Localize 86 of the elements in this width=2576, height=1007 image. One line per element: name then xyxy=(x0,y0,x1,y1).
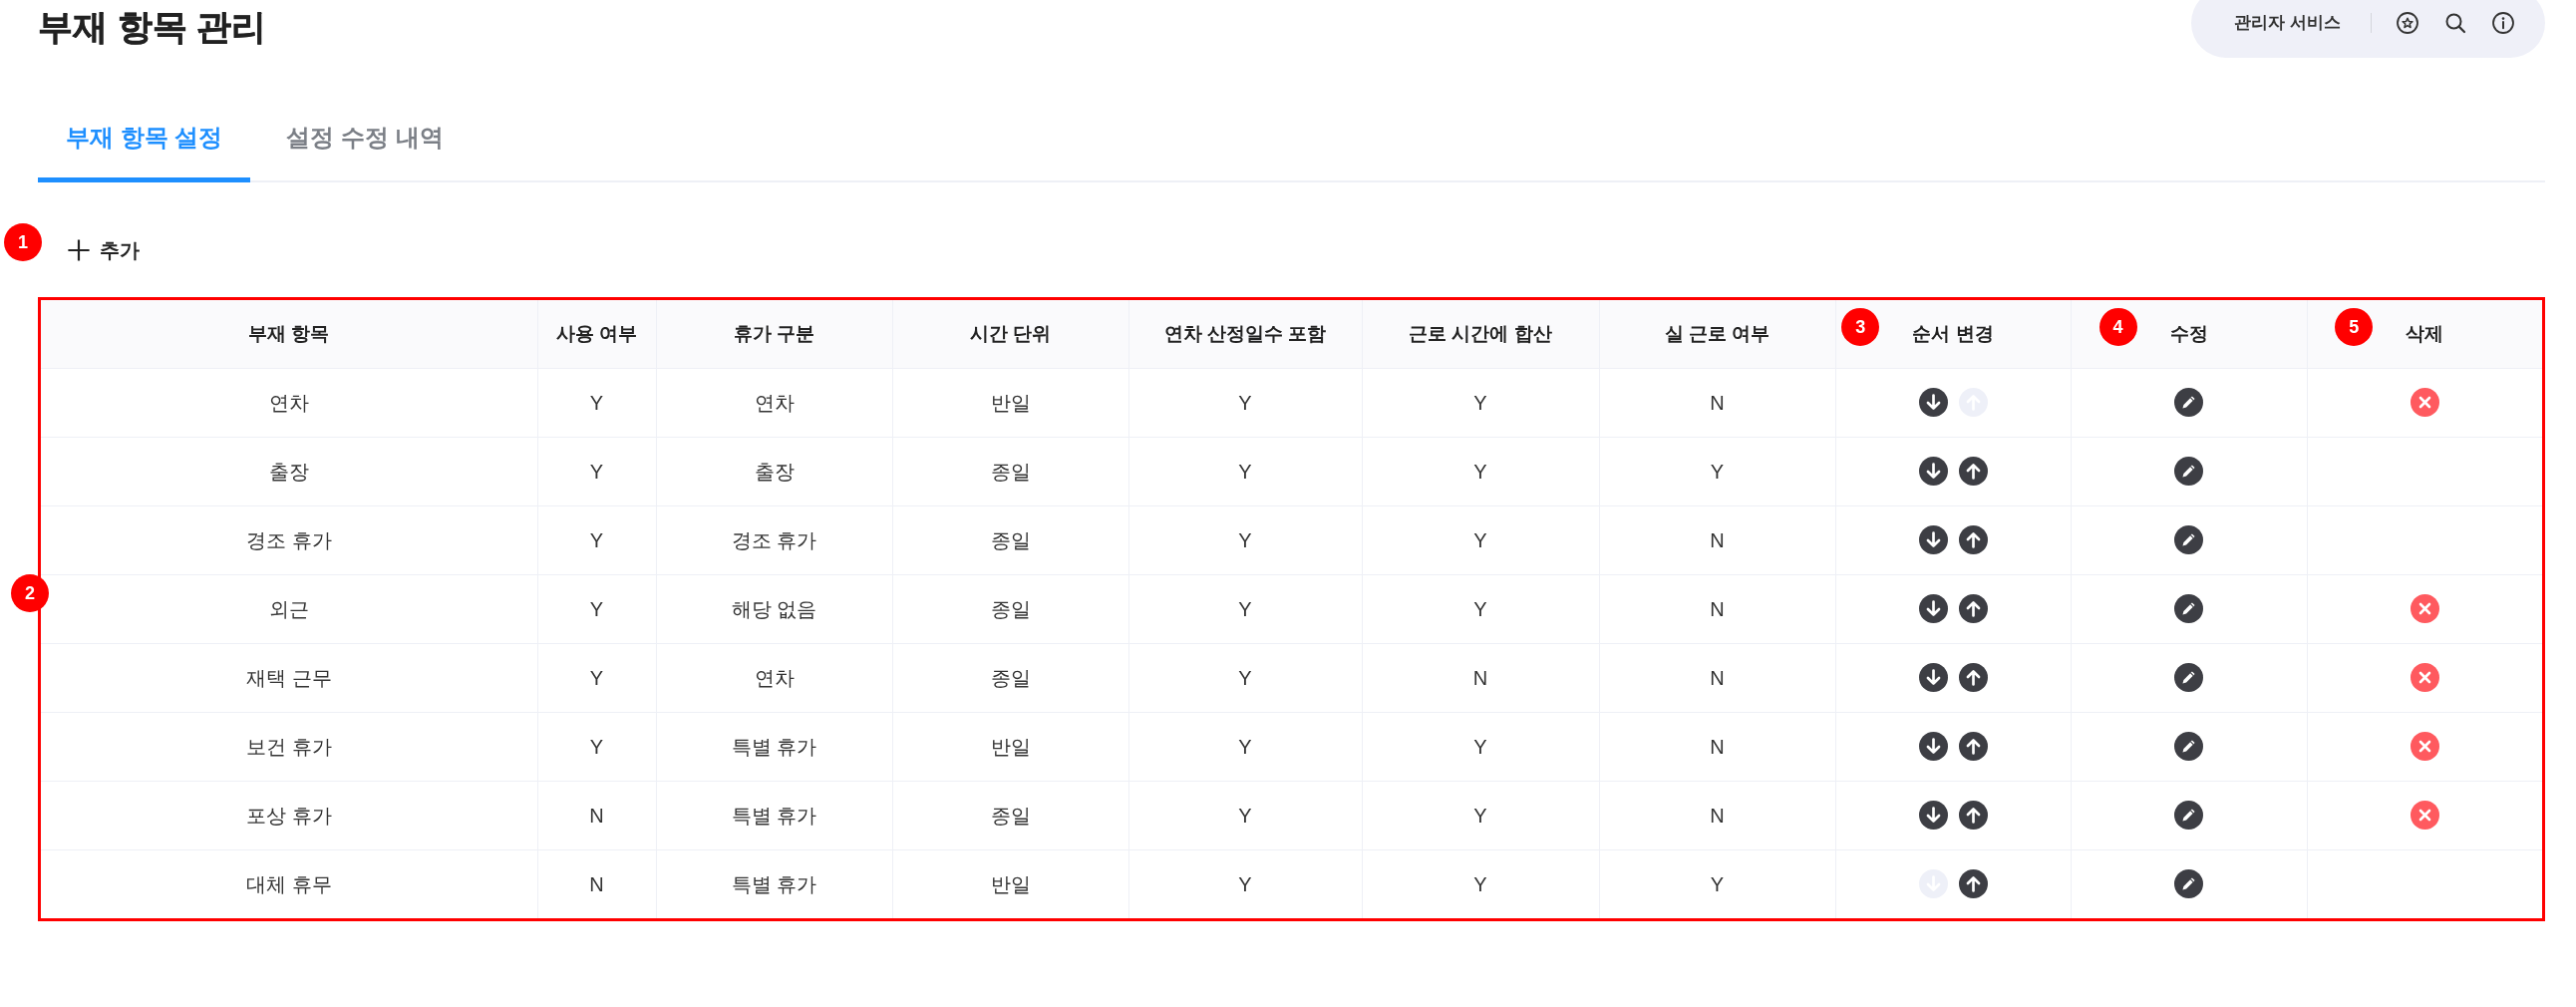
column-header: 근로 시간에 합산 xyxy=(1409,322,1552,344)
table-cell: 종일 xyxy=(892,643,1128,712)
table-cell: Y xyxy=(537,505,656,574)
table-cell: 출장 xyxy=(41,437,537,505)
table-cell: Y xyxy=(1362,368,1599,437)
table-cell: 경조 휴가 xyxy=(656,505,892,574)
table-cell: Y xyxy=(1362,712,1599,781)
table-cell: N xyxy=(1599,712,1835,781)
table-cell: Y xyxy=(1128,437,1362,505)
table-cell: N xyxy=(1599,368,1835,437)
table-cell: 반일 xyxy=(892,368,1128,437)
table-cell: Y xyxy=(537,712,656,781)
table-cell: N xyxy=(1599,781,1835,849)
table-cell: 보건 휴가 xyxy=(41,712,537,781)
table-cell: Y xyxy=(1128,368,1362,437)
table-cell: 반일 xyxy=(892,712,1128,781)
table-cell: Y xyxy=(537,643,656,712)
table-cell: 특별 휴가 xyxy=(656,781,892,849)
table-cell: N xyxy=(537,781,656,849)
table-cell: Y xyxy=(1362,574,1599,643)
annotation-marker: 5 xyxy=(2335,307,2374,346)
delete-icon[interactable] xyxy=(2410,594,2439,623)
pencil-icon[interactable] xyxy=(2174,594,2203,623)
table-cell: N xyxy=(1599,574,1835,643)
table-cell: 연차 xyxy=(656,643,892,712)
table-cell: Y xyxy=(1362,505,1599,574)
pencil-icon[interactable] xyxy=(2174,732,2203,761)
delete-icon[interactable] xyxy=(2410,663,2439,692)
table-cell: 종일 xyxy=(892,505,1128,574)
table-cell: Y xyxy=(1128,505,1362,574)
table-cell: 종일 xyxy=(892,781,1128,849)
search-icon[interactable] xyxy=(2443,11,2467,35)
table-cell: 해당 없음 xyxy=(656,574,892,643)
annotation-marker: 4 xyxy=(2098,307,2137,346)
annotation-marker: 2 xyxy=(11,574,49,612)
delete-icon[interactable] xyxy=(2410,732,2439,761)
delete-icon[interactable] xyxy=(2410,801,2439,830)
table-cell: 대체 휴무 xyxy=(41,849,537,918)
table-cell: 특별 휴가 xyxy=(656,712,892,781)
table-cell: N xyxy=(1599,643,1835,712)
page-title: 부재 항목 관리 xyxy=(38,6,267,48)
pencil-icon[interactable] xyxy=(2174,801,2203,830)
pencil-icon[interactable] xyxy=(2174,457,2203,486)
column-header: 시간 단위 xyxy=(969,322,1052,344)
table-cell: Y xyxy=(537,437,656,505)
column-header: 사용 여부 xyxy=(555,322,638,344)
column-header: 휴가 구분 xyxy=(733,322,815,344)
table-cell: 연차 xyxy=(656,368,892,437)
table-cell: 종일 xyxy=(892,437,1128,505)
table-cell: Y xyxy=(1128,574,1362,643)
delete-icon[interactable] xyxy=(2410,388,2439,417)
pencil-icon[interactable] xyxy=(2174,388,2203,417)
table-cell: 연차 xyxy=(41,368,537,437)
admin-service-link[interactable]: 관리자 서비스 xyxy=(2234,10,2341,36)
star-circle-icon[interactable] xyxy=(2396,11,2419,35)
table-cell: N xyxy=(1599,505,1835,574)
column-header: 부재 항목 xyxy=(248,322,330,344)
column-header: 실 근로 여부 xyxy=(1664,322,1771,344)
plus-icon xyxy=(68,239,90,261)
table-cell: Y xyxy=(537,368,656,437)
table-cell: Y xyxy=(1362,437,1599,505)
table-cell: 재택 근무 xyxy=(41,643,537,712)
pencil-icon[interactable] xyxy=(2174,663,2203,692)
info-icon[interactable] xyxy=(2491,11,2515,35)
table-cell: 종일 xyxy=(892,574,1128,643)
column-header: 수정 xyxy=(2169,322,2208,344)
annotation-marker: 1 xyxy=(4,223,42,261)
table-cell: Y xyxy=(537,574,656,643)
table-cell: 외근 xyxy=(41,574,537,643)
table-cell: Y xyxy=(1599,437,1835,505)
table-cell: Y xyxy=(1128,781,1362,849)
table-cell: 출장 xyxy=(656,437,892,505)
pencil-icon[interactable] xyxy=(2174,869,2203,899)
pencil-icon[interactable] xyxy=(2174,525,2203,554)
column-header: 순서 변경 xyxy=(1912,322,1994,344)
table-cell: Y xyxy=(1128,712,1362,781)
add-button[interactable]: 추가 xyxy=(68,230,140,270)
column-header: 연차 산정일수 포함 xyxy=(1163,322,1327,344)
table-cell: Y xyxy=(1362,781,1599,849)
table-cell: N xyxy=(1362,643,1599,712)
tab[interactable]: 설정 수정 내역 xyxy=(258,98,472,182)
column-header: 삭제 xyxy=(2406,322,2444,344)
table-cell: Y xyxy=(1128,643,1362,712)
table-cell: 경조 휴가 xyxy=(41,505,537,574)
table-cell: 포상 휴가 xyxy=(41,781,537,849)
annotation-marker: 3 xyxy=(1841,307,1880,346)
